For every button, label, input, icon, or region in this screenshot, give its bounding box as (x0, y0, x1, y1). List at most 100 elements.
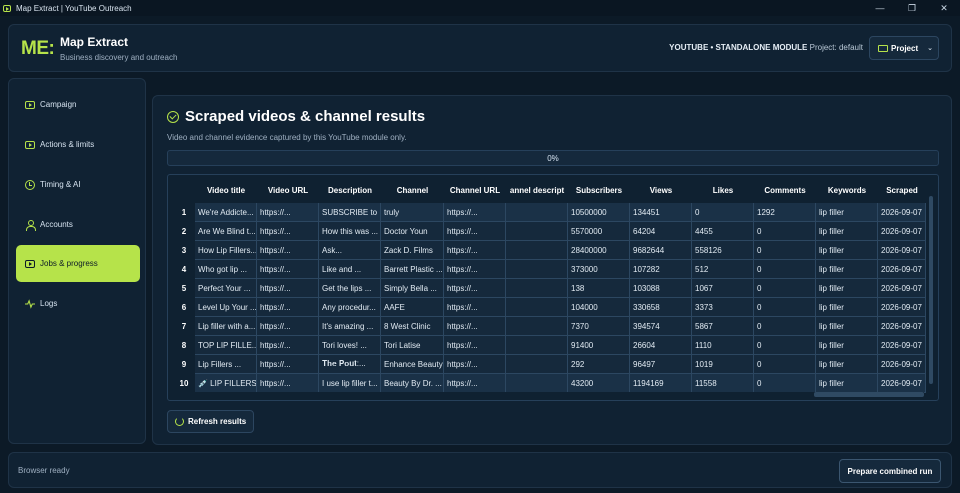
table-cell[interactable]: Ask... (319, 241, 381, 260)
table-cell[interactable]: 0 (754, 279, 816, 298)
table-cell[interactable] (506, 260, 568, 279)
table-cell[interactable]: 2026-09-07 (878, 222, 926, 241)
table-cell[interactable]: Tori Latise (381, 336, 444, 355)
table-cell[interactable]: Doctor Youn (381, 222, 444, 241)
table-cell[interactable]: 0 (754, 374, 816, 393)
table-cell[interactable]: 10500000 (568, 203, 630, 222)
table-cell[interactable]: 1292 (754, 203, 816, 222)
table-cell[interactable]: https://... (444, 260, 506, 279)
table-cell[interactable]: 512 (692, 260, 754, 279)
table-cell[interactable]: 2026-09-07 (878, 279, 926, 298)
table-row[interactable]: 5 Perfect Your ... https://... Get the lips… (173, 279, 926, 298)
table-cell[interactable]: https://... (444, 222, 506, 241)
table-row[interactable]: 1 We're Addicte... https://... SUBSCRIBE to… (173, 203, 926, 222)
table-cell[interactable] (506, 241, 568, 260)
column-header[interactable]: Comments (754, 178, 816, 203)
table-cell[interactable]: 0 (754, 336, 816, 355)
table-cell[interactable]: Lip filler with a... (195, 317, 257, 336)
table-cell[interactable] (506, 355, 568, 374)
refresh-results-button[interactable]: Refresh results (167, 410, 254, 433)
column-header[interactable]: Channel (381, 178, 444, 203)
table-cell[interactable]: 3373 (692, 298, 754, 317)
close-button[interactable]: ✕ (928, 0, 960, 16)
table-cell[interactable]: 103088 (630, 279, 692, 298)
sidebar-item-campaign[interactable]: Campaign (16, 86, 140, 123)
table-cell[interactable] (506, 298, 568, 317)
minimize-button[interactable]: — (864, 0, 896, 16)
table-cell[interactable]: https://... (444, 336, 506, 355)
table-cell[interactable]: Like and ... (319, 260, 381, 279)
sidebar-item-logs[interactable]: Logs (16, 285, 140, 322)
sidebar-item-timing[interactable]: Timing & AI (16, 166, 140, 203)
table-cell[interactable]: 9682644 (630, 241, 692, 260)
table-cell[interactable]: 𝐓𝐡𝐞 𝐏𝐨𝐮𝐭:... (319, 355, 381, 374)
table-cell[interactable]: 2026-09-07 (878, 260, 926, 279)
project-button[interactable]: Project ⌄ (869, 36, 939, 60)
table-cell[interactable]: lip filler (816, 374, 878, 393)
table-cell[interactable]: lip filler (816, 203, 878, 222)
table-cell[interactable]: Tori loves! ... (319, 336, 381, 355)
table-cell[interactable]: TOP LIP FILLE... (195, 336, 257, 355)
table-cell[interactable]: Level Up Your ... (195, 298, 257, 317)
table-cell[interactable]: 2026-09-07 (878, 241, 926, 260)
table-cell[interactable]: https://... (444, 355, 506, 374)
table-cell[interactable]: We're Addicte... (195, 203, 257, 222)
table-cell[interactable]: 2026-09-07 (878, 355, 926, 374)
table-cell[interactable]: I use lip filler t... (319, 374, 381, 393)
table-cell[interactable]: Simply Bella ... (381, 279, 444, 298)
table-cell[interactable]: https://... (444, 298, 506, 317)
table-cell[interactable]: 1067 (692, 279, 754, 298)
table-cell[interactable]: Perfect Your ... (195, 279, 257, 298)
table-cell[interactable] (506, 336, 568, 355)
column-header[interactable]: annel descript (506, 178, 568, 203)
table-cell[interactable]: 138 (568, 279, 630, 298)
table-cell[interactable]: Are We Blind t... (195, 222, 257, 241)
table-cell[interactable] (506, 203, 568, 222)
table-cell[interactable]: 394574 (630, 317, 692, 336)
table-cell[interactable]: Lip Fillers ... (195, 355, 257, 374)
column-header[interactable]: Description (319, 178, 381, 203)
table-cell[interactable]: https://... (257, 222, 319, 241)
table-cell[interactable]: lip filler (816, 279, 878, 298)
table-cell[interactable]: lip filler (816, 222, 878, 241)
table-cell[interactable]: lip filler (816, 241, 878, 260)
column-header[interactable]: Scraped (878, 178, 926, 203)
table-cell[interactable]: Zack D. Films (381, 241, 444, 260)
table-cell[interactable]: 28400000 (568, 241, 630, 260)
table-cell[interactable]: 4455 (692, 222, 754, 241)
table-cell[interactable]: 0 (754, 260, 816, 279)
table-cell[interactable]: 96497 (630, 355, 692, 374)
table-cell[interactable]: It's amazing ... (319, 317, 381, 336)
table-cell[interactable] (506, 374, 568, 393)
table-cell[interactable]: https://... (257, 279, 319, 298)
sidebar-item-jobs[interactable]: Jobs & progress (16, 245, 140, 282)
table-cell[interactable]: lip filler (816, 260, 878, 279)
table-cell[interactable]: 134451 (630, 203, 692, 222)
table-row[interactable]: 6 Level Up Your ... https://... Any procedu… (173, 298, 926, 317)
table-cell[interactable]: lip filler (816, 317, 878, 336)
table-cell[interactable]: SUBSCRIBE to ... (319, 203, 381, 222)
table-cell[interactable]: 11558 (692, 374, 754, 393)
column-header[interactable]: Likes (692, 178, 754, 203)
table-cell[interactable]: 5867 (692, 317, 754, 336)
table-cell[interactable]: https://... (257, 298, 319, 317)
table-cell[interactable]: 0 (754, 355, 816, 374)
table-cell[interactable]: https://... (444, 279, 506, 298)
table-cell[interactable]: https://... (257, 241, 319, 260)
table-cell[interactable]: 2026-09-07 (878, 336, 926, 355)
table-cell[interactable]: https://... (257, 260, 319, 279)
column-header[interactable]: Keywords (816, 178, 878, 203)
table-cell[interactable]: https://... (444, 203, 506, 222)
table-cell[interactable]: 2026-09-07 (878, 298, 926, 317)
table-cell[interactable]: Get the lips ... (319, 279, 381, 298)
table-cell[interactable]: AAFE (381, 298, 444, 317)
table-cell[interactable]: 0 (754, 317, 816, 336)
sidebar-item-actions[interactable]: Actions & limits (16, 126, 140, 163)
table-cell[interactable]: 0 (754, 241, 816, 260)
horizontal-scrollbar[interactable] (174, 392, 924, 397)
table-cell[interactable]: 292 (568, 355, 630, 374)
table-cell[interactable]: 8 West Clinic (381, 317, 444, 336)
table-cell[interactable]: 330658 (630, 298, 692, 317)
column-header[interactable]: Video title (195, 178, 257, 203)
table-cell[interactable]: 0 (754, 298, 816, 317)
